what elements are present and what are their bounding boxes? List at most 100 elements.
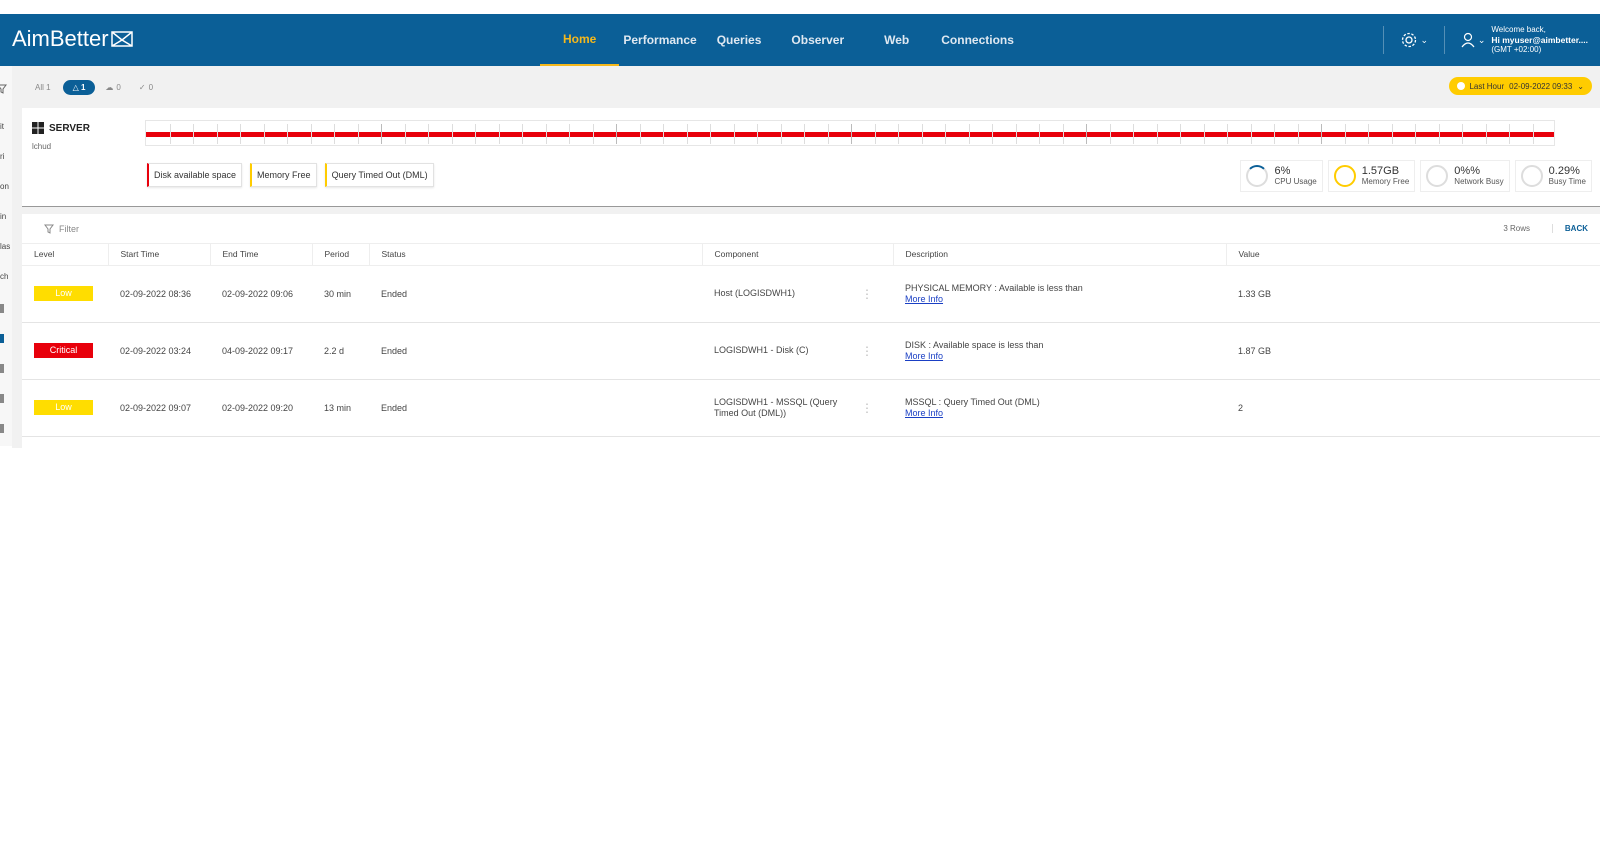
logo-icon (110, 31, 133, 47)
user-greeting: Hi myuser@aimbetter.... (1491, 35, 1588, 45)
filter-alerts[interactable]: △ 1 (62, 79, 96, 95)
kebab-menu-icon[interactable]: ⋮ (861, 345, 873, 357)
sidebar-item[interactable]: ch (0, 272, 8, 281)
column-header[interactable]: Value (1226, 244, 1600, 266)
logo-text: AimBetter (12, 26, 109, 51)
column-header[interactable]: Description (893, 244, 1227, 266)
windows-icon[interactable] (0, 334, 4, 343)
warning-icon: △ (72, 82, 79, 92)
cloud-icon: ☁ (105, 82, 114, 92)
time-range-selector[interactable]: Last Hour 02-09-2022 09:33 ⌄ (1449, 77, 1592, 95)
kebab-menu-icon[interactable]: ⋮ (861, 402, 873, 414)
user-icon (1461, 32, 1475, 48)
filter-icon[interactable] (0, 84, 7, 94)
metric-busy[interactable]: 0.29% Busy Time (1514, 160, 1592, 192)
memory-ring (1333, 165, 1356, 187)
nav-web[interactable]: Web (864, 14, 929, 66)
timeline-tick (522, 124, 523, 144)
metric-label: CPU Usage (1274, 177, 1317, 186)
sidebar-item[interactable]: ri (0, 152, 4, 161)
timeline-tick (1203, 124, 1205, 144)
tag-disk[interactable]: Disk available space (147, 163, 243, 187)
timeline-tick (287, 124, 288, 144)
start-time: 02-09-2022 08:36 (108, 265, 210, 323)
table-row[interactable]: Low 02-09-2022 09:07 02-09-2022 09:20 13… (22, 379, 1600, 437)
table-row[interactable]: Low 02-09-2022 08:36 02-09-2022 09:06 30… (22, 265, 1600, 323)
timeline-tick (240, 124, 241, 144)
timeline-tick (169, 124, 171, 144)
server-icon[interactable] (0, 304, 4, 313)
filter-icon (44, 224, 54, 234)
alert-tags: Disk available space Memory Free Query T… (147, 163, 442, 187)
more-info-link[interactable]: More Info (905, 408, 1226, 419)
sidebar-item[interactable]: in (0, 212, 6, 221)
cpu-ring (1246, 165, 1269, 187)
column-header[interactable]: Period (312, 244, 370, 266)
table-filter[interactable]: Filter (44, 224, 79, 234)
metric-value: 0.29% (1548, 165, 1580, 177)
cloud-count: 0 (116, 82, 121, 92)
nav-performance[interactable]: Performance (619, 14, 706, 66)
server-icon[interactable] (0, 394, 4, 403)
back-button[interactable]: BACK (1551, 224, 1588, 233)
start-time: 02-09-2022 09:07 (108, 379, 210, 437)
main-content: All 1 △ 1 ☁ 0 ✓ 0 Last Hour 02-09-2022 0… (12, 66, 1600, 448)
nav-observer[interactable]: Observer (781, 14, 864, 66)
metric-cpu[interactable]: 6% CPU Usage (1240, 160, 1323, 192)
tag-query[interactable]: Query Timed Out (DML) (324, 163, 434, 187)
description: MSSQL : Query Timed Out (DML) (905, 396, 1040, 407)
tag-memory[interactable]: Memory Free (250, 163, 317, 187)
server-subtitle: lchud (32, 142, 52, 151)
filter-check[interactable]: ✓ 0 (139, 83, 153, 92)
more-info-link[interactable]: More Info (905, 351, 1226, 362)
filter-cloud[interactable]: ☁ 0 (105, 83, 120, 92)
timeline-tick (1297, 124, 1299, 144)
metric-value: 6% (1274, 165, 1291, 177)
server-icon[interactable] (0, 424, 4, 433)
sidebar-clipped: it ri on in las ch (0, 66, 12, 446)
column-header[interactable]: Component (702, 244, 894, 266)
settings-button[interactable]: ⌄ (1384, 31, 1444, 49)
metric-value: 0%% (1454, 165, 1480, 177)
timeline-tick (945, 124, 946, 144)
level-badge: Critical (34, 343, 93, 358)
column-header[interactable]: Level (22, 244, 109, 266)
check-count: 0 (148, 82, 154, 92)
timeline-tick (1109, 124, 1111, 144)
main-nav: Home Performance Queries Observer Web Co… (540, 14, 1024, 66)
timeline-tick (357, 124, 359, 144)
sidebar-item[interactable]: las (0, 242, 10, 251)
column-header[interactable]: Start Time (108, 244, 211, 266)
timeline-tick (1250, 124, 1252, 144)
column-header[interactable]: Status (369, 244, 703, 266)
metric-memory[interactable]: 1.57GB Memory Free (1327, 160, 1416, 192)
timezone-text: (GMT +02:00) (1491, 45, 1542, 54)
server-card: SERVER lchud Disk available space Memory… (22, 108, 1600, 206)
nav-home[interactable]: Home (540, 14, 620, 66)
alert-timeline[interactable] (145, 120, 1555, 146)
table-row[interactable]: Critical 02-09-2022 03:24 04-09-2022 09:… (22, 322, 1600, 380)
logo[interactable]: AimBetter (12, 26, 133, 52)
sidebar-item[interactable]: it (0, 122, 4, 131)
timeline-tick (263, 124, 265, 144)
metric-label: Busy Time (1548, 177, 1586, 186)
period: 30 min (312, 265, 369, 323)
column-header[interactable]: End Time (210, 244, 313, 266)
status: Ended (369, 265, 702, 323)
nav-connections[interactable]: Connections (929, 14, 1024, 66)
filter-bar: All 1 △ 1 ☁ 0 ✓ 0 Last Hour 02-09-2022 0… (12, 66, 1600, 108)
table-toolbar: Filter 3 Rows BACK (22, 214, 1600, 244)
timeline-tick (1180, 124, 1181, 144)
nav-queries[interactable]: Queries (707, 14, 782, 66)
user-menu[interactable]: ⌄ Welcome back, Hi myuser@aimbetter.... … (1445, 25, 1600, 55)
kebab-menu-icon[interactable]: ⋮ (861, 288, 873, 300)
filter-all[interactable]: All 1 (35, 83, 51, 92)
sidebar-item[interactable]: on (0, 182, 9, 191)
table-header-row: Level Start Time End Time Period Status … (22, 244, 1600, 266)
more-info-link[interactable]: More Info (905, 294, 1226, 305)
timeline-tick (1532, 124, 1534, 144)
metric-network[interactable]: 0%% Network Busy (1420, 160, 1510, 192)
server-icon[interactable] (0, 364, 4, 373)
timeline-tick (1274, 124, 1275, 144)
timeline-tick (804, 124, 805, 144)
